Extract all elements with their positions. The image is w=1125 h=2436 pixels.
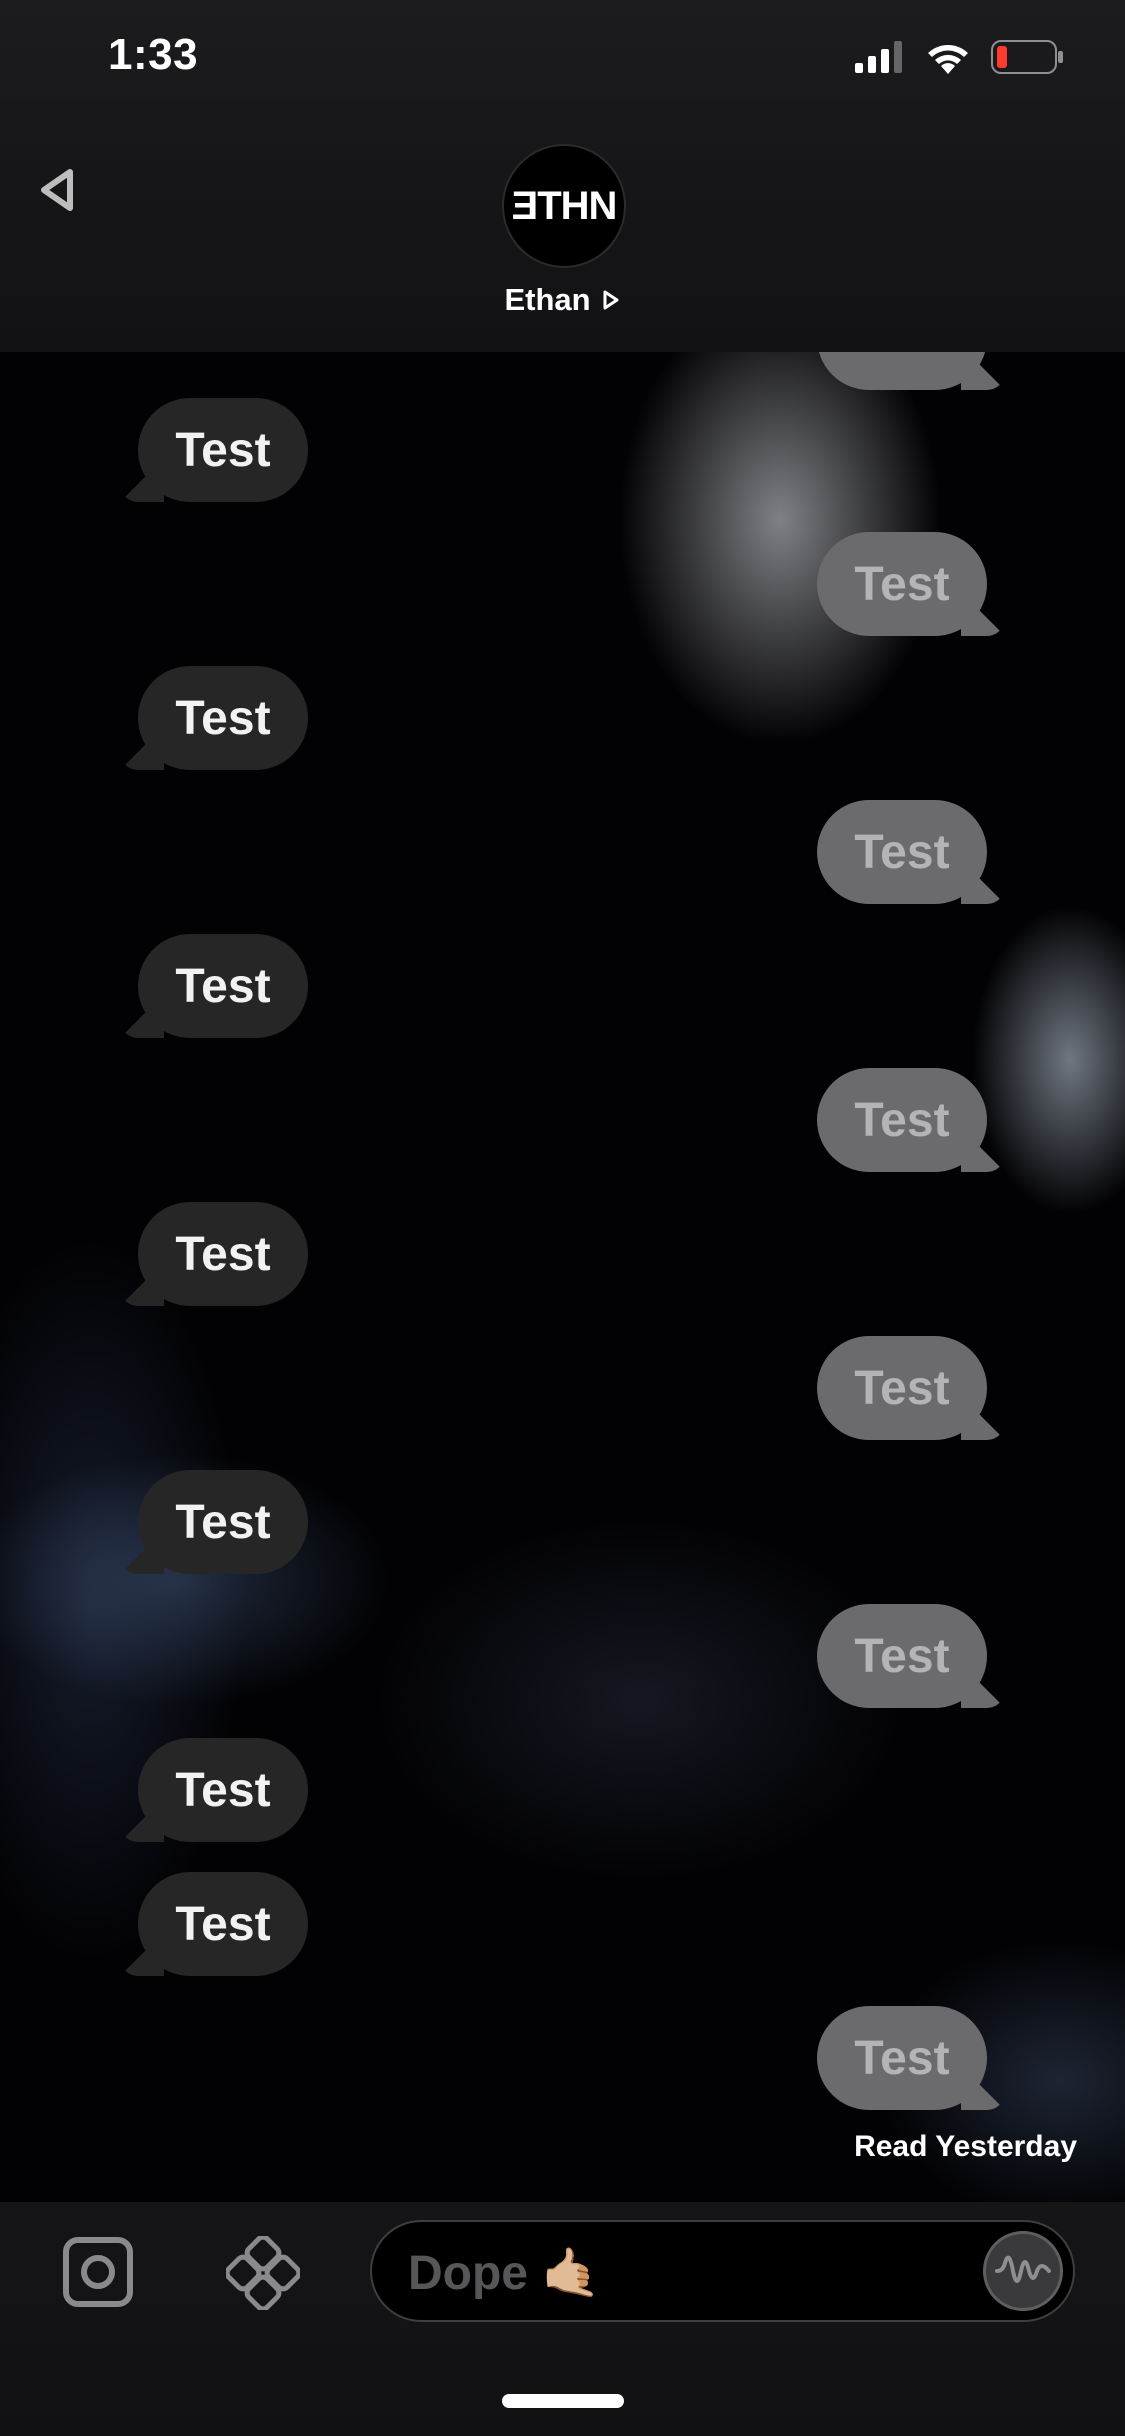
status-time: 1:33	[108, 30, 199, 79]
status-icons	[855, 40, 1065, 74]
camera-icon	[63, 2237, 133, 2307]
message-bubble-outgoing[interactable]: Test	[817, 1604, 987, 1708]
back-arrow-icon	[41, 169, 73, 211]
audio-wave-icon	[995, 2255, 1051, 2283]
contact-name: Ethan	[504, 282, 591, 317]
chevron-right-icon	[603, 290, 619, 310]
home-indicator[interactable]	[502, 2394, 624, 2408]
message-bubble-incoming[interactable]: Test	[138, 398, 308, 502]
message-input-container[interactable]	[370, 2220, 1075, 2322]
message-bubble-outgoing[interactable]: Test	[817, 532, 987, 636]
message-bubble-outgoing[interactable]: Test	[817, 2006, 987, 2110]
camera-button[interactable]	[62, 2236, 134, 2308]
message-bubble-incoming[interactable]: Test	[138, 1872, 308, 1976]
message-list[interactable]: Test Test Test Test Test Test Test Test …	[0, 286, 1125, 2202]
wifi-icon	[928, 45, 968, 74]
message-input[interactable]	[408, 2246, 948, 2301]
battery-icon	[991, 40, 1063, 74]
apps-button[interactable]	[224, 2234, 302, 2312]
message-bubble-incoming[interactable]: Test	[138, 1470, 308, 1574]
contact-avatar[interactable]: ƎTHN	[502, 144, 626, 268]
audio-message-button[interactable]	[983, 2231, 1063, 2311]
message-bubble-incoming[interactable]: Test	[138, 1202, 308, 1306]
back-button[interactable]	[30, 160, 90, 220]
message-bubble-outgoing[interactable]: Test	[817, 1068, 987, 1172]
message-bubble-incoming[interactable]: Test	[138, 934, 308, 1038]
message-bubble-incoming[interactable]: Test	[138, 666, 308, 770]
message-bubble-outgoing[interactable]: Test	[817, 1336, 987, 1440]
cellular-signal-icon	[855, 41, 902, 73]
apps-icon	[224, 2234, 302, 2312]
message-bubble-outgoing[interactable]: Test	[817, 800, 987, 904]
message-bubble-incoming[interactable]: Test	[138, 1738, 308, 1842]
read-receipt: Read Yesterday	[854, 2130, 1077, 2163]
conversation-header: 1:33 ƎTHN Ethan	[0, 0, 1125, 352]
contact-name-row[interactable]: Ethan	[0, 282, 1125, 318]
avatar-logo-text: ƎTHN	[511, 183, 618, 228]
